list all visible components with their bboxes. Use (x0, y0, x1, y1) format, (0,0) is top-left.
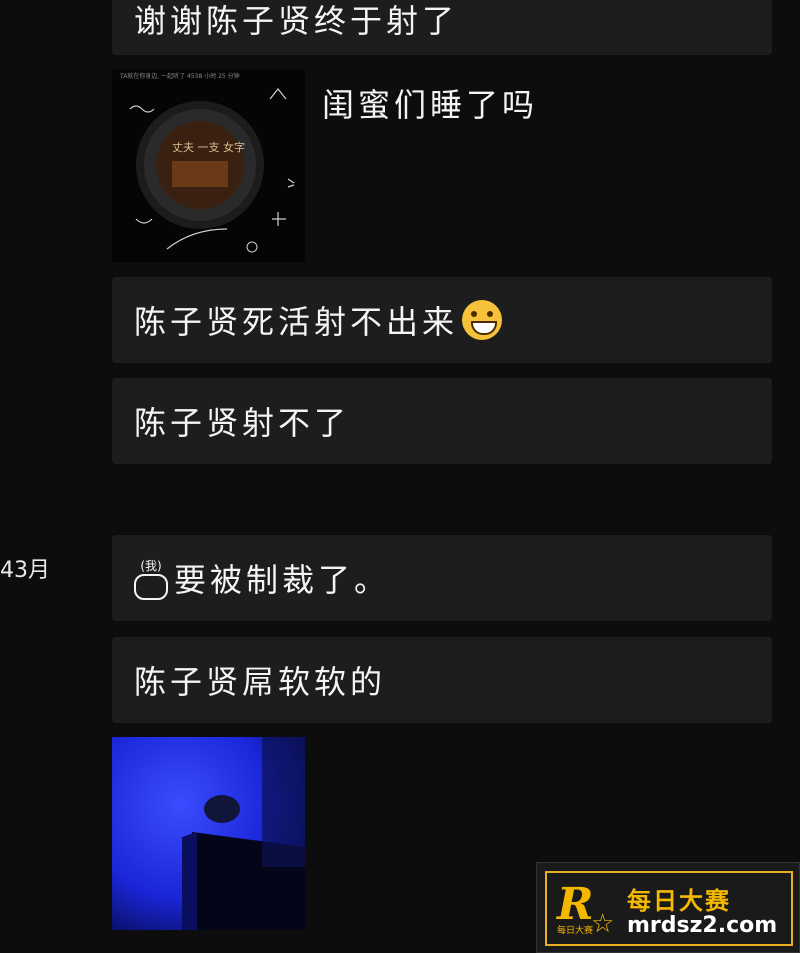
message-text: 陈子贤屌软软的 (134, 663, 387, 701)
message-text: 要被制裁了。 (174, 561, 391, 599)
message-bubble[interactable]: (我) 要被制裁了。 (112, 535, 772, 621)
watermark-frame: R 每日大赛 ☆ 每日大赛 mrdsz2.com (545, 871, 793, 946)
grinning-face-icon (462, 300, 503, 340)
message-bubble[interactable]: 陈子贤屌软软的 (112, 637, 772, 723)
music-card-art: TA就在你身边, 一起听了 4538 小时 25 分钟 丈夫 一支 女字 (112, 69, 305, 262)
listen-time-text: TA就在你身边, 一起听了 4538 小时 25 分钟 (119, 72, 240, 80)
date-label: 43月 (0, 558, 50, 583)
message-text: 谢谢陈子贤终于射了 (134, 1, 459, 40)
star-icon: ☆ (591, 909, 615, 939)
watermark-name: 每日大赛 (627, 887, 731, 915)
blue-room-photo (112, 737, 305, 930)
album-art-text: 丈夫 一支 女字 (172, 140, 245, 154)
watermark-url: mrdsz2.com (627, 913, 778, 938)
image-caption-text: 闺蜜们睡了吗 (322, 86, 539, 124)
me-kitty-icon: (我) (134, 557, 168, 600)
watermark-logo: R 每日大赛 ☆ 每日大赛 mrdsz2.com (536, 862, 800, 953)
blue-photo-image[interactable] (112, 737, 305, 930)
message-bubble[interactable]: 陈子贤射不了 (112, 378, 772, 464)
message-text: 陈子贤射不了 (134, 404, 351, 442)
me-tag-text: (我) (140, 558, 162, 573)
logo-subtext: 每日大赛 (557, 926, 594, 936)
message-text: 陈子贤死活射不出来 (134, 303, 459, 341)
shared-music-card-image[interactable]: TA就在你身边, 一起听了 4538 小时 25 分钟 丈夫 一支 女字 (112, 69, 305, 262)
message-bubble[interactable]: 陈子贤死活射不出来 (112, 277, 772, 363)
message-bubble[interactable]: 谢谢陈子贤终于射了 (112, 0, 772, 55)
